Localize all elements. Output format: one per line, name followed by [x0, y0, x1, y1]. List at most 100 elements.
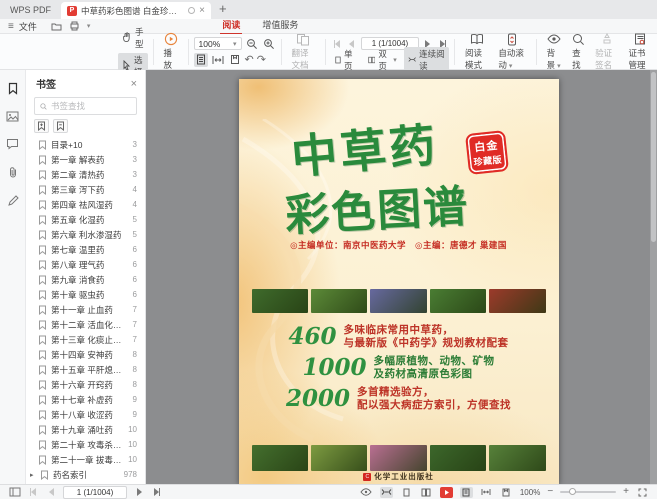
bookmark-title[interactable]: 第十章 驱虫药 [51, 289, 129, 301]
bookmark-item[interactable]: 第十四章 安神药8 [26, 347, 145, 362]
play-button[interactable]: 播放 [159, 31, 183, 72]
zoom-select[interactable]: 100%▾ [194, 37, 242, 50]
pdf-page-cover[interactable]: 中草药 彩色图谱 白金 珍藏版 ◎主编单位：南京中医药大学 ◎主编：唐德才 巢建… [239, 79, 559, 484]
fit-width-icon[interactable] [480, 487, 493, 498]
signature-pen-panel-icon[interactable] [7, 195, 19, 207]
prev-page-icon[interactable] [45, 486, 57, 498]
hand-tool-button[interactable]: 手型 [118, 25, 148, 51]
bookmark-title[interactable]: 第二十一章 拔毒化腐生肌药 [51, 454, 124, 466]
last-page-icon[interactable] [151, 486, 163, 498]
bookmark-title[interactable]: 第十八章 收涩药 [51, 409, 129, 421]
bookmark-item[interactable]: 第四章 祛风湿药4 [26, 197, 145, 212]
bookmark-title[interactable]: 第十二章 活血化瘀药 [51, 319, 129, 331]
bookmark-search-input[interactable] [51, 101, 131, 111]
fit-page-icon[interactable] [194, 53, 208, 67]
zoom-slider-knob[interactable] [569, 488, 576, 495]
sidebar-close-icon[interactable]: × [131, 78, 137, 90]
zoom-out-button[interactable]: − [547, 488, 553, 496]
bookmark-item[interactable]: ▸药名索引978 [26, 467, 145, 482]
folder-open-icon[interactable] [51, 22, 62, 31]
expand-arrow-icon[interactable]: ▸ [30, 471, 36, 479]
fit-visible-icon[interactable] [500, 487, 513, 498]
play-slideshow-icon[interactable] [440, 487, 453, 498]
bookmark-item[interactable]: 第一章 解表药3 [26, 152, 145, 167]
bookmark-title[interactable]: 第八章 理气药 [51, 259, 129, 271]
vertical-scrollbar[interactable] [650, 70, 657, 484]
translate-document-button[interactable]: 翻译文档 [287, 31, 320, 72]
eye-protection-icon[interactable] [360, 487, 373, 498]
bookmark-title[interactable]: 第二十章 攻毒杀虫止痒药 [51, 439, 124, 451]
page-number-input[interactable] [63, 486, 127, 499]
collapse-all-bookmarks-icon[interactable] [53, 119, 68, 133]
zoom-slider[interactable] [560, 491, 616, 493]
tab-close-icon[interactable]: × [199, 6, 205, 16]
bookmark-item[interactable]: 第十二章 活血化瘀药7 [26, 317, 145, 332]
document-tab[interactable]: P 中草药彩色图谱 白金珍藏版... × [61, 2, 211, 19]
fit-page-icon[interactable] [460, 487, 473, 498]
bookmark-title[interactable]: 第四章 祛风湿药 [51, 199, 129, 211]
bookmark-title[interactable]: 目录+10 [51, 139, 129, 151]
bookmark-title[interactable]: 第二章 清热药 [51, 169, 129, 181]
rotate-right-icon[interactable]: ↷ [257, 55, 266, 65]
bookmark-item[interactable]: 第十一章 止血药7 [26, 302, 145, 317]
single-page-icon[interactable] [400, 487, 413, 498]
fit-width-icon[interactable] [211, 53, 225, 67]
ribbon-tab-read[interactable]: 阅读 [220, 17, 242, 35]
bookmark-title[interactable]: 第三章 泻下药 [51, 184, 129, 196]
next-page-icon[interactable] [133, 486, 145, 498]
read-mode-button[interactable]: 阅读模式 [460, 31, 493, 72]
zoom-in-icon[interactable] [262, 37, 276, 51]
bookmark-item[interactable]: 第十八章 收涩药9 [26, 407, 145, 422]
first-page-icon[interactable] [27, 486, 39, 498]
rotate-left-icon[interactable]: ↶ [245, 55, 254, 65]
bookmark-item[interactable]: 第十六章 开窍药8 [26, 377, 145, 392]
bookmark-title[interactable]: 第十三章 化痰止咳平喘药 [51, 334, 129, 346]
bookmark-item[interactable]: 第十三章 化痰止咳平喘药7 [26, 332, 145, 347]
bookmark-item[interactable]: 第十五章 平肝熄风药8 [26, 362, 145, 377]
certificate-manage-button[interactable]: 证书管理 [624, 31, 657, 72]
continuous-read-icon[interactable] [380, 487, 393, 498]
bookmark-title[interactable]: 第十七章 补虚药 [51, 394, 129, 406]
bookmark-item[interactable]: 第十七章 补虚药9 [26, 392, 145, 407]
bookmark-title[interactable]: 第十九章 涌吐药 [51, 424, 124, 436]
bookmark-item[interactable]: 第二十章 攻毒杀虫止痒药10 [26, 437, 145, 452]
verify-signature-button[interactable]: 验证签名 [590, 31, 623, 72]
bookmark-item[interactable]: 第二章 清热药3 [26, 167, 145, 182]
file-menu[interactable]: 文件 [19, 20, 37, 33]
bookmark-title[interactable]: 第一章 解表药 [51, 154, 129, 166]
bookmark-title[interactable]: 第九章 消食药 [51, 274, 129, 286]
zoom-in-button[interactable]: + [623, 488, 629, 496]
auto-scroll-button[interactable]: 自动滚动 ▾ [493, 31, 530, 72]
double-page-icon[interactable] [420, 487, 433, 498]
bookmark-title[interactable]: 第十五章 平肝熄风药 [51, 364, 129, 376]
chevron-down-icon[interactable]: ▾ [87, 22, 91, 30]
attachment-panel-icon[interactable] [8, 166, 18, 179]
bookmark-item[interactable]: 第八章 理气药6 [26, 257, 145, 272]
bookmark-title[interactable]: 第十六章 开窍药 [51, 379, 129, 391]
background-button[interactable]: 背景 ▾ [542, 31, 568, 72]
bookmark-title[interactable]: 第七章 温里药 [51, 244, 129, 256]
single-page-button[interactable]: 单页 [331, 47, 361, 73]
bookmark-title[interactable]: 药名索引 [53, 469, 120, 481]
double-page-button[interactable]: 双页 ▾ [364, 47, 401, 73]
zoom-out-icon[interactable] [245, 37, 259, 51]
continuous-read-button[interactable]: 连续阅读 [404, 47, 449, 73]
document-viewport[interactable]: 中草药 彩色图谱 白金 珍藏版 ◎主编单位：南京中医药大学 ◎主编：唐德才 巢建… [146, 70, 657, 484]
bookmark-item[interactable]: 第十九章 涌吐药10 [26, 422, 145, 437]
bookmark-item[interactable]: 第十章 驱虫药6 [26, 287, 145, 302]
bookmark-item[interactable]: 第六章 利水渗湿药5 [26, 227, 145, 242]
print-icon[interactable] [69, 21, 80, 31]
scrollbar-thumb[interactable] [651, 72, 656, 242]
bookmark-search-box[interactable] [34, 97, 137, 115]
expand-all-bookmarks-icon[interactable] [34, 119, 49, 133]
bookmark-title[interactable]: 第五章 化湿药 [51, 214, 129, 226]
bookmark-item[interactable]: 第五章 化湿药5 [26, 212, 145, 227]
bookmark-item[interactable]: 第三章 泻下药4 [26, 182, 145, 197]
hamburger-menu-icon[interactable]: ≡ [8, 21, 14, 32]
fit-visible-icon[interactable] [228, 53, 242, 67]
bookmark-item[interactable]: 第九章 消食药6 [26, 272, 145, 287]
bookmark-title[interactable]: 第十四章 安神药 [51, 349, 129, 361]
fullscreen-icon[interactable] [636, 487, 649, 498]
bookmark-title[interactable]: 第六章 利水渗湿药 [51, 229, 129, 241]
bookmarks-panel-icon[interactable] [7, 82, 19, 95]
